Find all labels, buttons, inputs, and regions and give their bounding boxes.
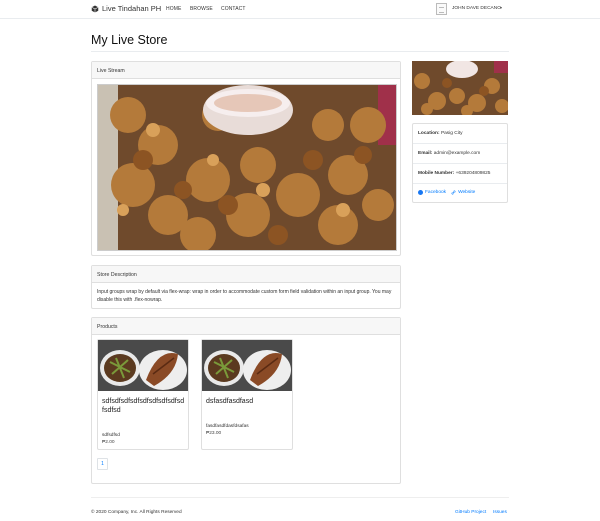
- cube-icon: [91, 5, 99, 12]
- issues-link[interactable]: Issues: [493, 510, 507, 515]
- website-link[interactable]: Website: [458, 190, 475, 195]
- title-divider: [91, 51, 509, 52]
- store-description-card: Store Description Input groups wrap by d…: [91, 265, 401, 309]
- product-description: fasdfasdfdasfdsafas: [206, 424, 249, 429]
- page-title: My Live Store: [91, 33, 168, 47]
- store-description-text: Input groups wrap by default via flex-wr…: [97, 289, 392, 303]
- store-description-header: Store Description: [92, 266, 400, 283]
- product-description: sdfsdfsd: [102, 433, 120, 438]
- live-stream-header: Live Stream: [92, 62, 400, 79]
- github-project-link[interactable]: GitHub Project: [455, 510, 486, 515]
- products-header: Products: [92, 318, 400, 335]
- divider: [413, 143, 507, 144]
- copyright: © 2020 Company, Inc. All Rights Reserved: [91, 510, 182, 515]
- nav-home[interactable]: HOME: [166, 6, 181, 12]
- nav-contact[interactable]: CONTACT: [221, 6, 246, 12]
- live-stream-video[interactable]: [97, 84, 397, 251]
- product-image[interactable]: [98, 340, 188, 391]
- brand-name: Live Tindahan PH: [102, 4, 162, 13]
- mobile-label: Mobile Number:: [418, 171, 455, 176]
- email-label: Email:: [418, 151, 433, 156]
- store-image: [412, 61, 508, 115]
- email-value: admin@example.com: [433, 151, 481, 156]
- nav-browse[interactable]: BROWSE: [190, 6, 213, 12]
- product-name[interactable]: dsfasdfasdfasd: [206, 397, 290, 406]
- product-image[interactable]: [202, 340, 292, 391]
- mobile-value: +639204809825: [455, 171, 491, 176]
- store-info-card: Location: Pasig City Email: admin@exampl…: [412, 123, 508, 203]
- location-value: Pasig City: [440, 131, 463, 136]
- products-card: Products sdfsdfsdfsdfsdfsdfsdfsdfsdfsdfs…: [91, 317, 401, 484]
- product-price: ₱23.00: [206, 431, 222, 436]
- pagination-page-1[interactable]: 1: [97, 458, 108, 470]
- divider: [413, 183, 507, 184]
- social-links: Facebook Website: [418, 190, 475, 195]
- mobile-row: Mobile Number: +639204809825: [413, 171, 507, 176]
- video-frame: [98, 85, 396, 250]
- footer-divider: [91, 497, 509, 498]
- avatar[interactable]: [436, 3, 447, 15]
- link-icon: [451, 190, 456, 195]
- product-card[interactable]: dsfasdfasdfasd ₱23.00: [201, 339, 293, 450]
- location-row: Location: Pasig City: [413, 131, 507, 136]
- user-menu[interactable]: JOHN DAVE DECANO: [452, 6, 501, 11]
- product-price: ₱2.00: [102, 440, 115, 445]
- live-stream-card: Live Stream: [91, 61, 401, 256]
- facebook-icon: [418, 190, 423, 195]
- brand[interactable]: Live Tindahan PH: [91, 4, 161, 13]
- product-name[interactable]: sdfsdfsdfsdfsdfsdfsdfsdfsdfsdfsd: [102, 397, 186, 415]
- navbar: Live Tindahan PH HOME BROWSE CONTACT JOH…: [0, 0, 600, 19]
- location-label: Location:: [418, 131, 440, 136]
- divider: [413, 163, 507, 164]
- caret-down-icon[interactable]: [500, 7, 502, 9]
- email-row: Email: admin@example.com: [413, 151, 507, 156]
- facebook-link[interactable]: Facebook: [425, 190, 446, 195]
